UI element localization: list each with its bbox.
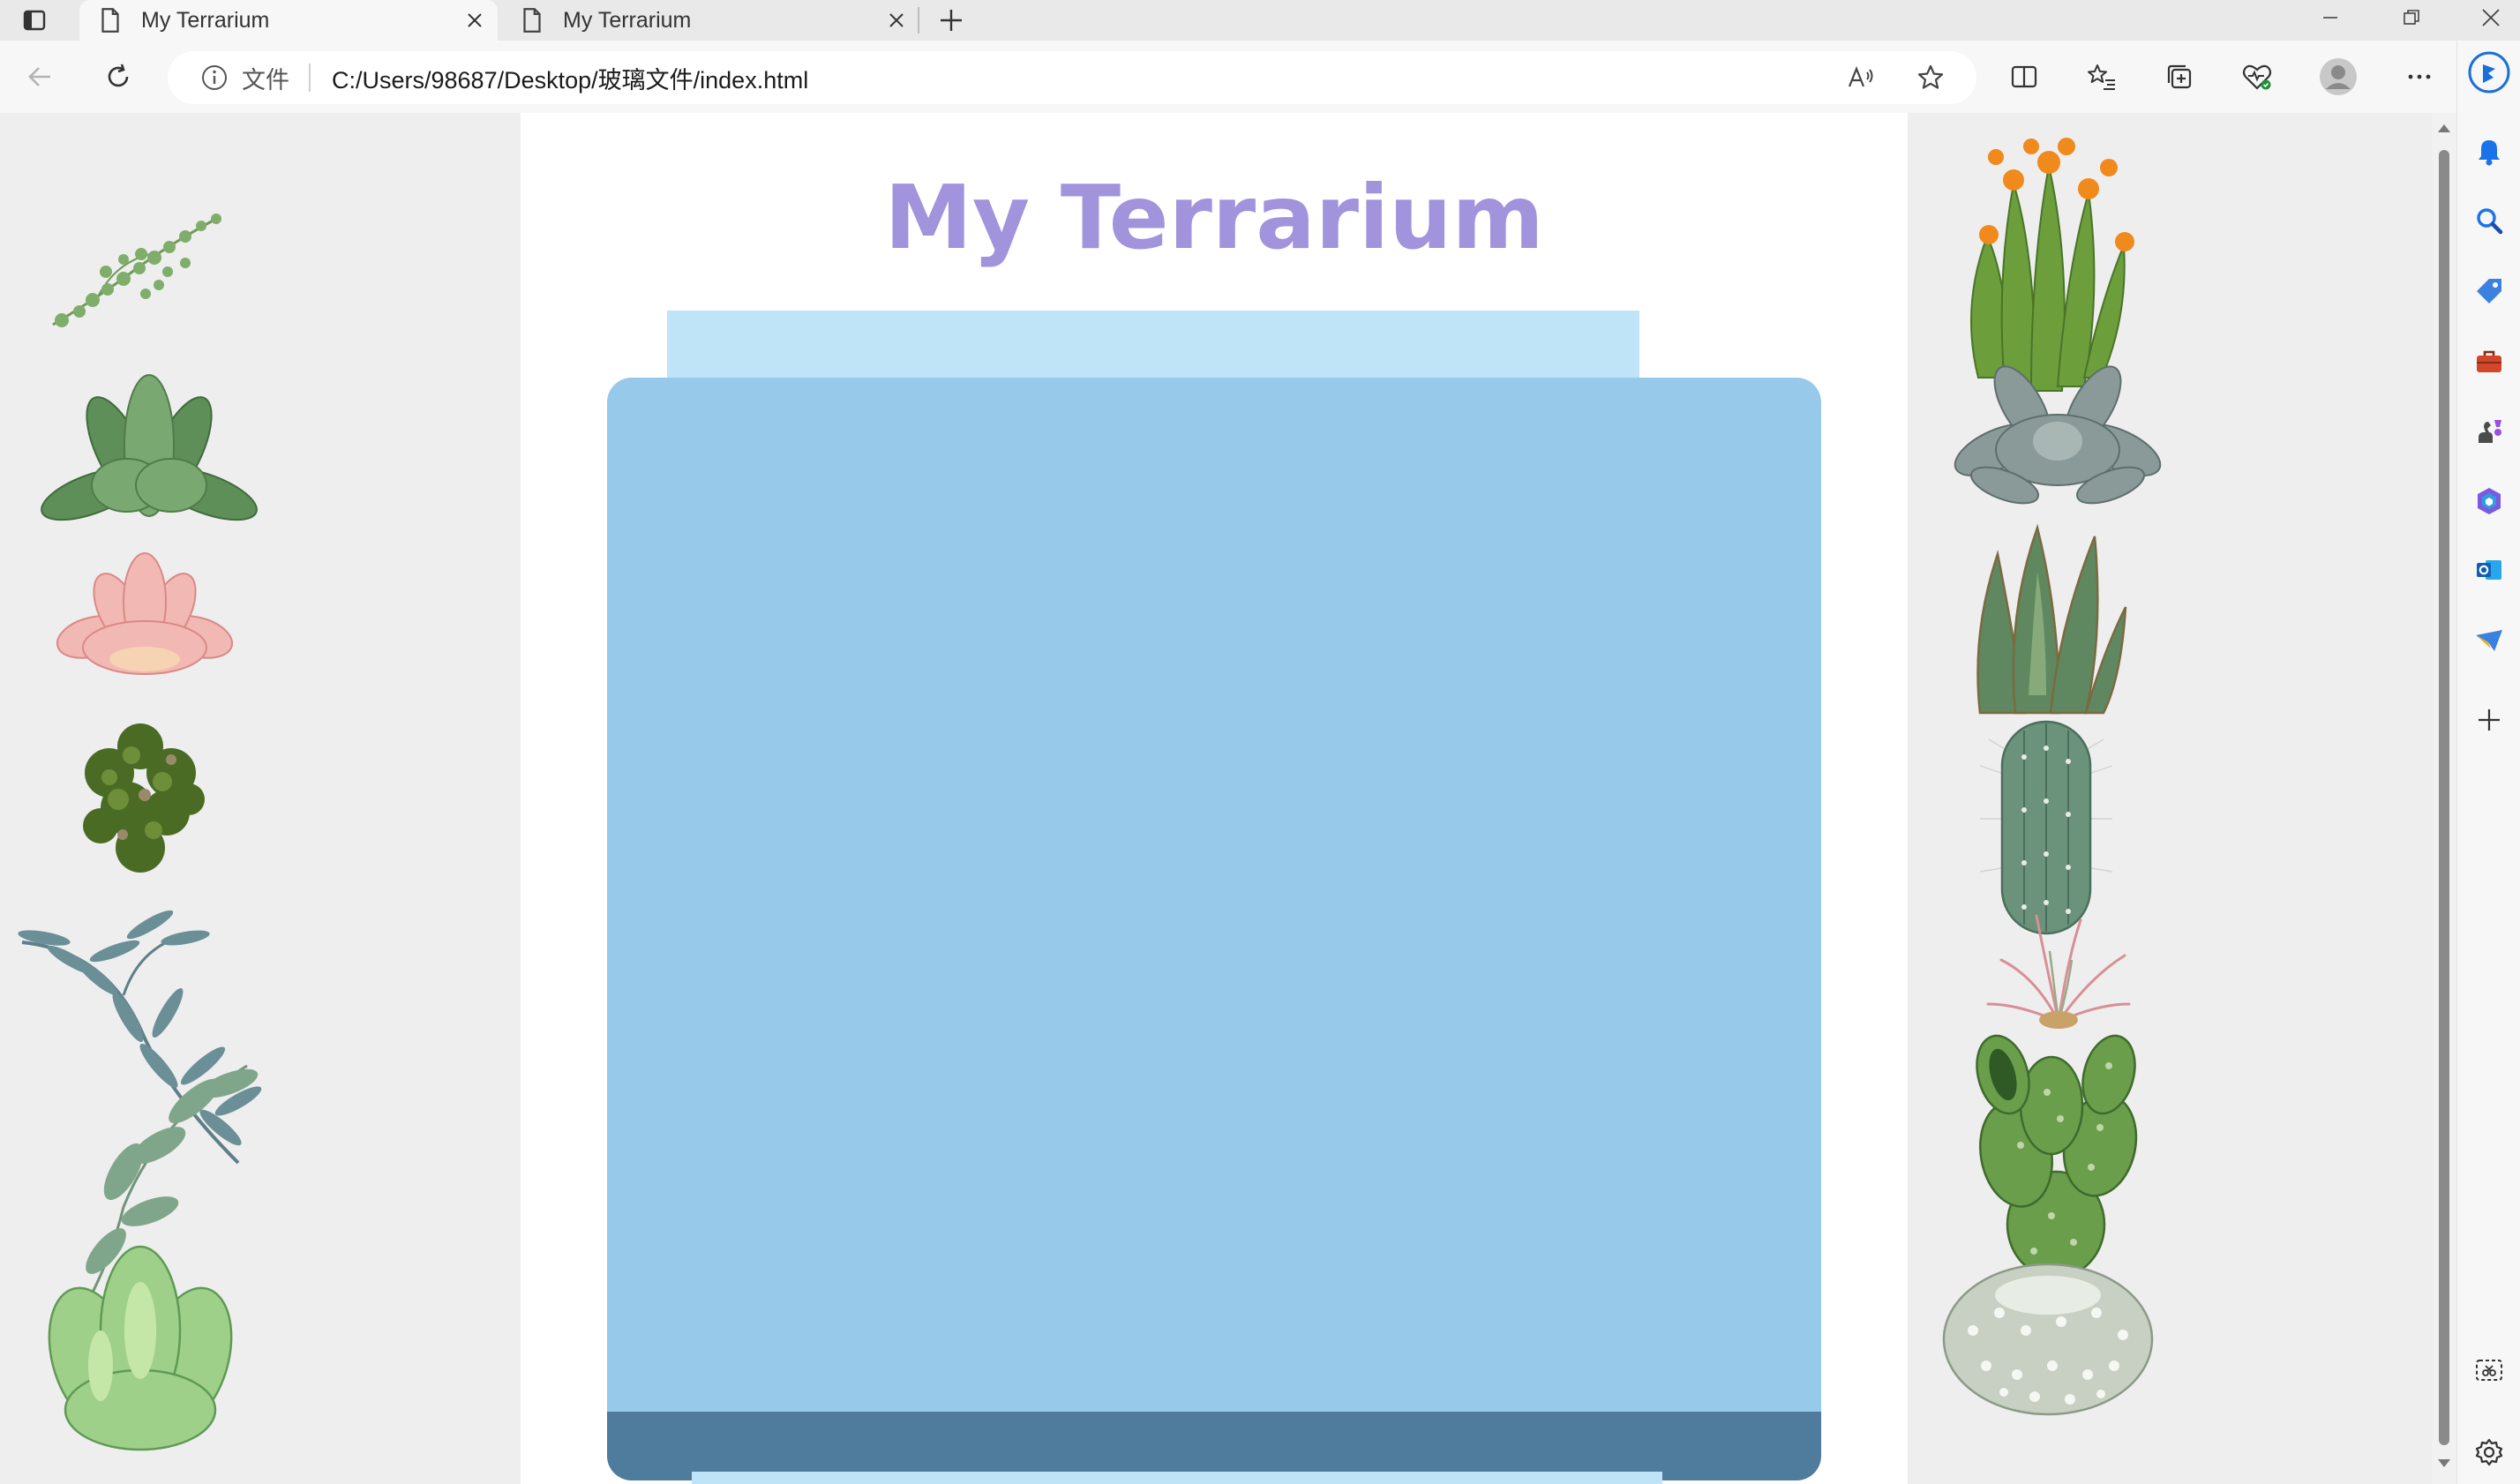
profile-avatar-icon xyxy=(2320,58,2357,95)
plant2[interactable] xyxy=(39,362,259,538)
search-icon xyxy=(2477,208,2503,235)
address-bar[interactable]: 文件 C:/Users/98687/Desktop/玻璃文件/index.htm… xyxy=(168,51,1976,104)
split-screen-icon xyxy=(2011,65,2037,88)
add-icon xyxy=(2479,709,2500,731)
games-button[interactable] xyxy=(2470,411,2509,450)
notifications-button[interactable] xyxy=(2470,132,2509,171)
plant3[interactable] xyxy=(56,549,233,681)
favorites-icon xyxy=(2088,64,2115,90)
browser-tab-bar: My Terrarium My Terrarium xyxy=(0,0,2520,41)
favorite-star-icon xyxy=(1917,64,1944,89)
minimize-icon xyxy=(2323,17,2337,19)
search-button[interactable] xyxy=(2470,201,2509,240)
games-icon xyxy=(2479,420,2501,443)
add-sidebar-app-button[interactable] xyxy=(2470,701,2509,739)
chevron-down-icon xyxy=(2438,1459,2450,1467)
tools-icon xyxy=(2477,350,2501,372)
dirt xyxy=(607,1412,1821,1480)
address-separator xyxy=(309,64,311,92)
right-plant-container xyxy=(1908,113,2432,1484)
send-button[interactable] xyxy=(2470,621,2509,660)
page-title: My Terrarium xyxy=(884,166,1544,269)
page-icon xyxy=(523,8,541,33)
refresh-icon xyxy=(108,64,129,87)
bing-copilot-icon xyxy=(2468,51,2510,94)
scroll-down-arrow[interactable] xyxy=(2437,1458,2451,1470)
favorite-button[interactable] xyxy=(1911,60,1950,95)
plant10[interactable] xyxy=(1962,519,2130,722)
back-icon xyxy=(28,67,50,86)
notifications-bell-icon xyxy=(2479,140,2500,166)
edge-sidebar xyxy=(2456,41,2520,1484)
jar-top xyxy=(667,311,1639,383)
plus-icon xyxy=(941,10,962,31)
browser-essentials-icon xyxy=(2242,64,2272,90)
address-url[interactable]: C:/Users/98687/Desktop/玻璃文件/index.html xyxy=(332,61,808,95)
collections-button[interactable] xyxy=(2155,53,2204,101)
tab-title: My Terrarium xyxy=(141,7,270,33)
plant12[interactable] xyxy=(1984,907,2134,1031)
minimize-button[interactable] xyxy=(2292,0,2368,35)
page-icon xyxy=(101,8,119,33)
office-button[interactable] xyxy=(2470,482,2509,521)
gear-icon xyxy=(2475,1438,2503,1466)
page-scrollbar[interactable] xyxy=(2432,113,2456,1484)
scroll-thumb[interactable] xyxy=(2439,150,2449,1445)
read-aloud-button[interactable] xyxy=(1841,60,1879,95)
tools-button[interactable] xyxy=(2470,342,2509,381)
split-screen-button[interactable] xyxy=(1999,53,2049,101)
bing-copilot-button[interactable] xyxy=(2466,46,2512,99)
scroll-up-arrow[interactable] xyxy=(2437,122,2451,134)
screenshot-button[interactable] xyxy=(2470,1352,2509,1390)
more-options-icon xyxy=(2408,74,2431,79)
tab-title: My Terrarium xyxy=(563,7,692,33)
collections-icon xyxy=(2167,64,2192,89)
plant9[interactable] xyxy=(1952,353,2164,512)
tab-actions-icon xyxy=(23,10,46,31)
tab-my-terrarium-active[interactable]: My Terrarium xyxy=(79,0,498,41)
read-aloud-icon xyxy=(1848,66,1873,87)
back-button[interactable] xyxy=(16,53,65,101)
restore-button[interactable] xyxy=(2374,0,2449,35)
send-icon xyxy=(2476,630,2502,651)
tab-my-terrarium[interactable]: My Terrarium xyxy=(501,0,919,41)
favorites-button[interactable] xyxy=(2077,53,2126,101)
browser-essentials-button[interactable] xyxy=(2232,53,2282,101)
page-viewport: My Terrarium xyxy=(0,113,2432,1484)
office-icon xyxy=(2478,488,2501,514)
tab-actions-button[interactable] xyxy=(16,5,53,35)
close-icon xyxy=(468,13,482,27)
outlook-icon xyxy=(2477,560,2501,580)
close-icon xyxy=(2482,9,2500,26)
address-scheme-label: 文件 xyxy=(242,66,289,94)
left-plant-container xyxy=(0,113,521,1484)
close-icon xyxy=(889,13,904,27)
new-tab-button[interactable] xyxy=(932,4,971,37)
restore-icon xyxy=(2404,10,2419,25)
plant7[interactable] xyxy=(39,1225,242,1463)
tab-close-button[interactable] xyxy=(457,3,492,38)
outlook-button[interactable] xyxy=(2470,551,2509,589)
settings-button[interactable] xyxy=(2470,1433,2509,1472)
plant14[interactable] xyxy=(1938,1242,2158,1419)
shopping-button[interactable] xyxy=(2470,272,2509,311)
plant13[interactable] xyxy=(1968,1022,2144,1278)
close-window-button[interactable] xyxy=(2453,0,2520,35)
chevron-up-icon xyxy=(2438,124,2450,132)
more-options-button[interactable] xyxy=(2395,53,2444,101)
tab-close-button[interactable] xyxy=(879,3,914,38)
plant1[interactable] xyxy=(44,201,229,334)
browser-toolbar: 文件 C:/Users/98687/Desktop/玻璃文件/index.htm… xyxy=(0,41,2520,114)
site-info-icon[interactable] xyxy=(199,63,229,93)
screenshot-icon xyxy=(2476,1360,2502,1381)
shopping-tag-icon xyxy=(2477,279,2501,304)
tab-separator xyxy=(918,7,919,34)
profile-avatar[interactable] xyxy=(2314,53,2363,101)
refresh-button[interactable] xyxy=(94,53,143,101)
jar-bottom xyxy=(692,1472,1662,1484)
jar-walls xyxy=(607,378,1821,1480)
